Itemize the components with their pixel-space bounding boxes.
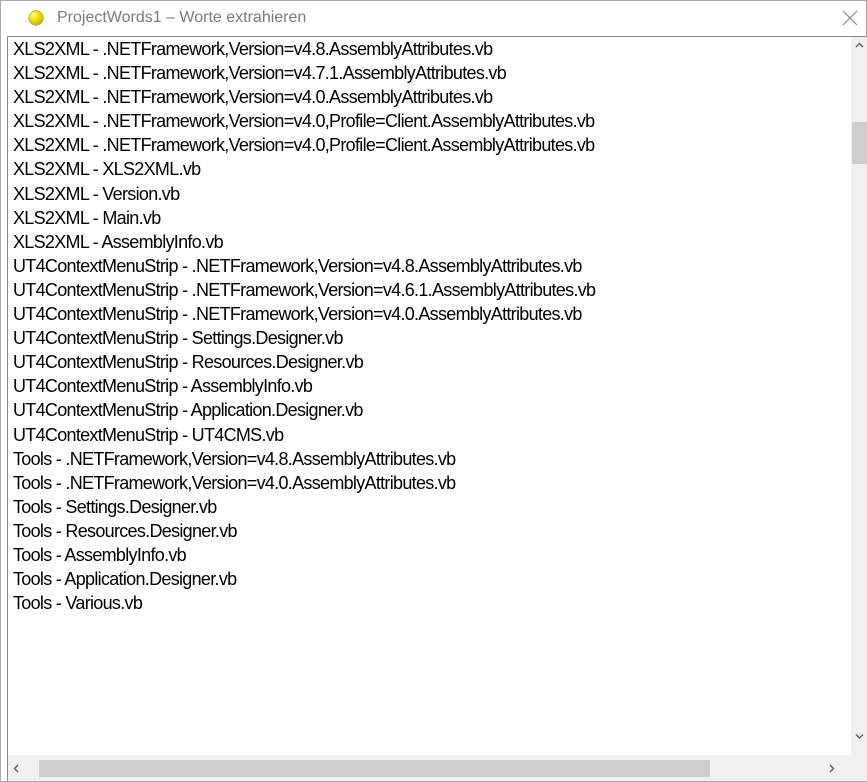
list-item[interactable]: XLS2XML - .NETFramework,Version=v4.7.1.A…: [13, 61, 853, 85]
horizontal-scrollbar[interactable]: [8, 755, 851, 781]
list-item[interactable]: Tools - .NETFramework,Version=v4.8.Assem…: [13, 447, 853, 471]
list-item[interactable]: UT4ContextMenuStrip - Application.Design…: [13, 398, 853, 422]
list-item[interactable]: XLS2XML - AssemblyInfo.vb: [13, 230, 853, 254]
horizontal-scroll-thumb[interactable]: [39, 760, 710, 777]
yellow-ball-icon: [29, 11, 43, 25]
list-item[interactable]: UT4ContextMenuStrip - AssemblyInfo.vb: [13, 374, 853, 398]
list-item[interactable]: UT4ContextMenuStrip - Resources.Designer…: [13, 350, 853, 374]
list-item[interactable]: XLS2XML - .NETFramework,Version=v4.0,Pro…: [13, 109, 853, 133]
list-item[interactable]: Tools - .NETFramework,Version=v4.0.Assem…: [13, 471, 853, 495]
close-button[interactable]: [835, 3, 865, 33]
list-item[interactable]: Tools - Application.Designer.vb: [13, 567, 853, 591]
chevron-up-icon: [855, 42, 864, 48]
close-icon: [842, 10, 858, 26]
scroll-down-button[interactable]: [851, 728, 867, 745]
scrollbar-corner: [851, 755, 867, 781]
list-item[interactable]: Tools - Various.vb: [13, 591, 853, 615]
list-item[interactable]: XLS2XML - Main.vb: [13, 206, 853, 230]
vertical-scrollbar[interactable]: [851, 37, 867, 755]
list-item[interactable]: UT4ContextMenuStrip - Settings.Designer.…: [13, 326, 853, 350]
word-listbox[interactable]: XLS2XML - .NETFramework,Version=v4.8.Ass…: [7, 36, 867, 781]
list-item[interactable]: UT4ContextMenuStrip - .NETFramework,Vers…: [13, 278, 853, 302]
title-bar[interactable]: ProjectWords1 – Worte extrahieren: [1, 1, 866, 35]
scroll-left-button[interactable]: [8, 760, 25, 777]
list-item[interactable]: Tools - Settings.Designer.vb: [13, 495, 853, 519]
list-item[interactable]: XLS2XML - .NETFramework,Version=v4.8.Ass…: [13, 37, 853, 61]
vertical-scroll-thumb[interactable]: [852, 122, 867, 164]
list-item[interactable]: UT4ContextMenuStrip - UT4CMS.vb: [13, 423, 853, 447]
list-item[interactable]: UT4ContextMenuStrip - .NETFramework,Vers…: [13, 254, 853, 278]
chevron-down-icon: [855, 734, 864, 739]
list-item[interactable]: XLS2XML - .NETFramework,Version=v4.0,Pro…: [13, 133, 853, 157]
main-window: ProjectWords1 – Worte extrahieren XLS2XM…: [0, 0, 867, 782]
listbox-items: XLS2XML - .NETFramework,Version=v4.8.Ass…: [13, 37, 853, 751]
list-item[interactable]: UT4ContextMenuStrip - .NETFramework,Vers…: [13, 302, 853, 326]
list-item[interactable]: XLS2XML - XLS2XML.vb: [13, 157, 853, 181]
chevron-right-icon: [829, 764, 835, 773]
list-item[interactable]: XLS2XML - .NETFramework,Version=v4.0.Ass…: [13, 85, 853, 109]
list-item[interactable]: Tools - AssemblyInfo.vb: [13, 543, 853, 567]
scroll-up-button[interactable]: [851, 37, 867, 54]
window-title: ProjectWords1 – Worte extrahieren: [57, 9, 307, 26]
scroll-right-button[interactable]: [823, 760, 840, 777]
list-item[interactable]: Tools - Resources.Designer.vb: [13, 519, 853, 543]
chevron-left-icon: [13, 764, 19, 773]
list-item[interactable]: XLS2XML - Version.vb: [13, 182, 853, 206]
